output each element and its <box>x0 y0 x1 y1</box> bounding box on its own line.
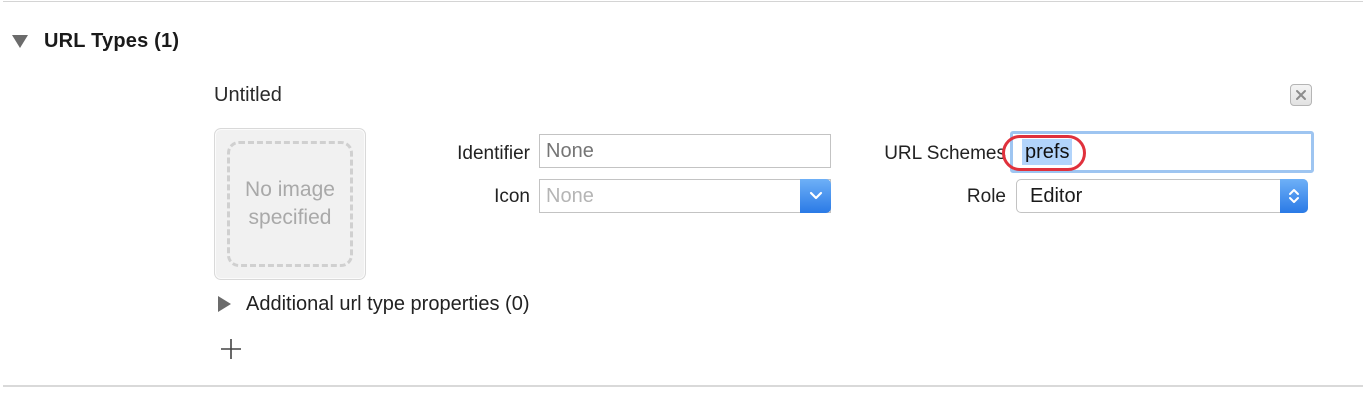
add-button[interactable] <box>220 338 242 360</box>
icon-combo-dropdown-button[interactable] <box>800 179 831 213</box>
image-well-text: No image specified <box>245 178 335 229</box>
annotation-circle <box>1002 135 1086 171</box>
additional-properties-row[interactable]: Additional url type properties (0) <box>218 290 529 318</box>
triangle-right-icon[interactable] <box>218 296 231 312</box>
role-popup-arrows[interactable] <box>1280 179 1308 213</box>
top-divider <box>3 1 1363 2</box>
url-types-section-header[interactable]: URL Types (1) <box>12 27 179 55</box>
role-label: Role <box>966 186 1006 207</box>
chevron-up-down-icon <box>1289 189 1299 203</box>
image-well-placeholder: No image specified <box>227 141 353 267</box>
identifier-label: Identifier <box>457 143 530 164</box>
role-selected-value: Editor <box>1030 185 1083 207</box>
icon-combo-box[interactable]: None <box>539 179 831 213</box>
icon-combo-placeholder: None <box>546 185 594 207</box>
image-well[interactable]: No image specified <box>214 128 366 280</box>
bottom-divider <box>3 385 1363 387</box>
section-title: URL Types (1) <box>44 29 180 52</box>
url-schemes-label: URL Schemes <box>884 143 1006 164</box>
role-popup-button[interactable]: Editor <box>1016 179 1308 213</box>
close-icon <box>1296 90 1306 100</box>
triangle-down-icon[interactable] <box>12 35 28 48</box>
additional-properties-label: Additional url type properties (0) <box>246 292 530 315</box>
chevron-down-icon <box>809 191 822 200</box>
plus-icon <box>221 339 241 359</box>
icon-label: Icon <box>494 186 530 207</box>
identifier-field[interactable] <box>539 134 831 168</box>
remove-entry-button[interactable] <box>1290 84 1312 106</box>
entry-title: Untitled <box>214 84 282 106</box>
